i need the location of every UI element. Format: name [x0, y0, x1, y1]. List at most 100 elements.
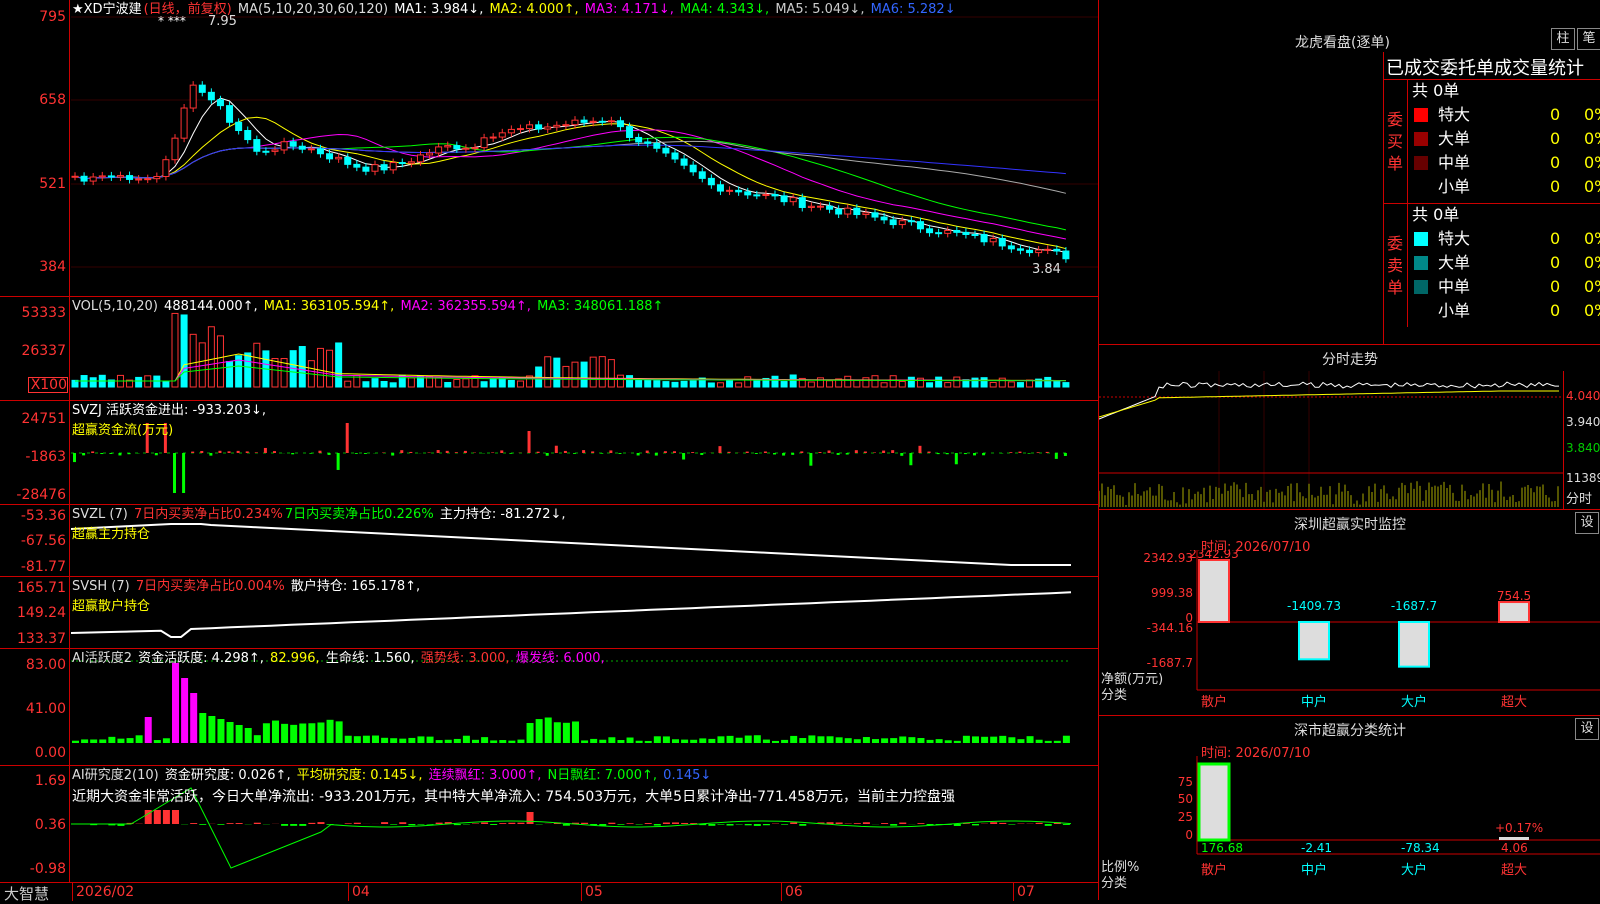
candle-body: [427, 153, 433, 155]
date-label: 2026/02: [76, 884, 134, 900]
research-bar: [863, 822, 870, 824]
candle-body: [717, 185, 723, 191]
flow-bar: [655, 453, 658, 456]
sz-category: 超大: [1501, 695, 1527, 710]
vol-value: 488144.000↑,: [164, 299, 258, 314]
volume-bar: [681, 381, 687, 387]
svzj-panel[interactable]: 24751 -1863 -28476 SVZJ 活跃资金进出: -933.203…: [0, 401, 1098, 505]
kline-chart[interactable]: [71, 0, 1098, 296]
sz-class-bar-chart[interactable]: 7550250176.68散户-2.41中户-78.34大户4.06超大+0.1…: [1099, 756, 1600, 900]
date-divider: [72, 883, 73, 901]
candle-body: [108, 176, 114, 177]
svzl-panel[interactable]: -53.36 -67.56 -81.77 SVZL (7) 7日内买卖净占比0.…: [0, 505, 1098, 577]
volume-bar: [590, 357, 596, 387]
volume-bar: [190, 334, 196, 387]
activity-bar: [590, 739, 597, 743]
ai-activity-panel[interactable]: 83.00 41.00 0.00 AI活跃度2 资金活跃度: 4.298↑, 8…: [0, 649, 1098, 766]
flow-bar: [446, 451, 449, 453]
svzj-subtitle: 超赢资金流(万元): [72, 419, 173, 438]
flow-bar: [291, 453, 294, 454]
flow-bar: [573, 453, 576, 454]
stock-title[interactable]: ★XD宁波建: [72, 2, 142, 17]
chart-area[interactable]: 795 658 521 384 ★XD宁波建(日线，前复权) MA(5,10,2…: [0, 0, 1098, 900]
research-bar: [836, 822, 843, 824]
volume-bar: [254, 343, 260, 387]
volume-panel[interactable]: 53333 26337 X100 VOL(5,10,20) 488144.000…: [0, 297, 1098, 401]
activity-bar: [217, 719, 224, 743]
activity-bar: [154, 740, 161, 743]
volume-bar: [890, 376, 896, 387]
activity-bar: [890, 738, 897, 743]
candle-body: [408, 162, 414, 163]
research-bar: [745, 824, 752, 825]
ai-activity-chart[interactable]: [71, 649, 1098, 765]
sz-bar-chart[interactable]: 2342.93999.380-344.16-1687.72342.93散户-14…: [1099, 550, 1600, 715]
intraday-chart[interactable]: [1099, 371, 1563, 509]
order-label: 特大: [1438, 103, 1470, 127]
volume-axis: 53333 26337 X100: [0, 297, 70, 400]
ma-params: MA(5,10,20,30,60,120): [238, 2, 388, 17]
tick-mode-button[interactable]: 笔: [1577, 28, 1600, 50]
sz-class-box[interactable]: 深市超赢分类统计 设 时间: 2026/07/10 7550250176.68散…: [1099, 716, 1600, 900]
sz-class-settings-button[interactable]: 设: [1575, 718, 1599, 740]
candle-body: [127, 176, 133, 180]
activity-bar: [908, 737, 915, 743]
lhb-title: 龙虎看盘(逐单): [1295, 32, 1390, 52]
candle-body: [481, 138, 487, 148]
activity-bar: [717, 736, 724, 743]
svsh-panel[interactable]: 165.71 149.24 133.37 SVSH (7) 7日内买卖净占比0.…: [0, 577, 1098, 649]
research-bar: [990, 822, 997, 824]
flow-bar: [237, 451, 240, 453]
column-mode-button[interactable]: 柱: [1551, 28, 1575, 50]
flow-bar: [455, 452, 458, 453]
candle-body: [99, 176, 105, 177]
candle-body: [327, 154, 333, 159]
candle-body: [336, 157, 342, 159]
candle-body: [627, 127, 633, 138]
intraday-tick: 3.840: [1566, 441, 1600, 455]
activity-bar: [81, 739, 88, 743]
candle-body: [690, 165, 696, 172]
research-bar: [290, 824, 297, 826]
flow-bar: [91, 451, 94, 453]
flow-bar: [664, 451, 667, 453]
ai-research-axis: 1.69 0.36 -0.98: [0, 766, 70, 882]
volume-bar: [827, 381, 833, 387]
sz-bar-value: -1687.7: [1391, 599, 1437, 613]
fl-category: 超大: [1501, 863, 1527, 878]
activity-bar: [681, 740, 688, 743]
order-count: 0: [1550, 151, 1560, 175]
activity-bar: [745, 736, 752, 743]
candle-body: [317, 149, 323, 154]
research-bar: [317, 822, 324, 824]
ai-research-panel[interactable]: 1.69 0.36 -0.98 AI研究度2(10) 资金研究度: 0.026↑…: [0, 766, 1098, 882]
volume-bar: [654, 381, 660, 387]
candle-body: [663, 148, 669, 153]
intraday-box[interactable]: 分时走势 4.040 3.940 3.840 11389 分时: [1099, 345, 1600, 510]
candle-body: [136, 179, 142, 180]
activity-bar: [699, 738, 706, 743]
volume-bar: [772, 376, 778, 387]
ai2-average: 平均研究度: 0.145↓,: [297, 768, 423, 783]
volume-bar: [1017, 383, 1023, 387]
ai2-continuous-red: 连续飘红: 3.000↑,: [429, 768, 542, 783]
candle-body: [145, 179, 151, 180]
candle-body: [527, 125, 533, 129]
ai-research-chart[interactable]: [71, 766, 1098, 882]
activity-bar: [972, 736, 979, 743]
volume-bar: [981, 378, 987, 387]
candle-body: [372, 165, 378, 172]
intraday-tick: 3.940: [1566, 415, 1600, 429]
research-bar: [390, 824, 397, 825]
activity-bar: [536, 719, 543, 743]
sz-unit2: 分类: [1101, 684, 1127, 703]
flow-bar: [800, 451, 803, 453]
flow-bar: [500, 450, 503, 453]
kline-panel[interactable]: 795 658 521 384 ★XD宁波建(日线，前复权) MA(5,10,2…: [0, 0, 1098, 297]
activity-bar: [899, 736, 906, 743]
candle-body: [808, 206, 814, 207]
sz-settings-button[interactable]: 设: [1575, 512, 1599, 534]
candle-body: [472, 148, 478, 149]
sz-monitor-box[interactable]: 深圳超赢实时监控 设 时间: 2026/07/10 2342.93999.380…: [1099, 510, 1600, 716]
candle-body: [999, 238, 1005, 245]
